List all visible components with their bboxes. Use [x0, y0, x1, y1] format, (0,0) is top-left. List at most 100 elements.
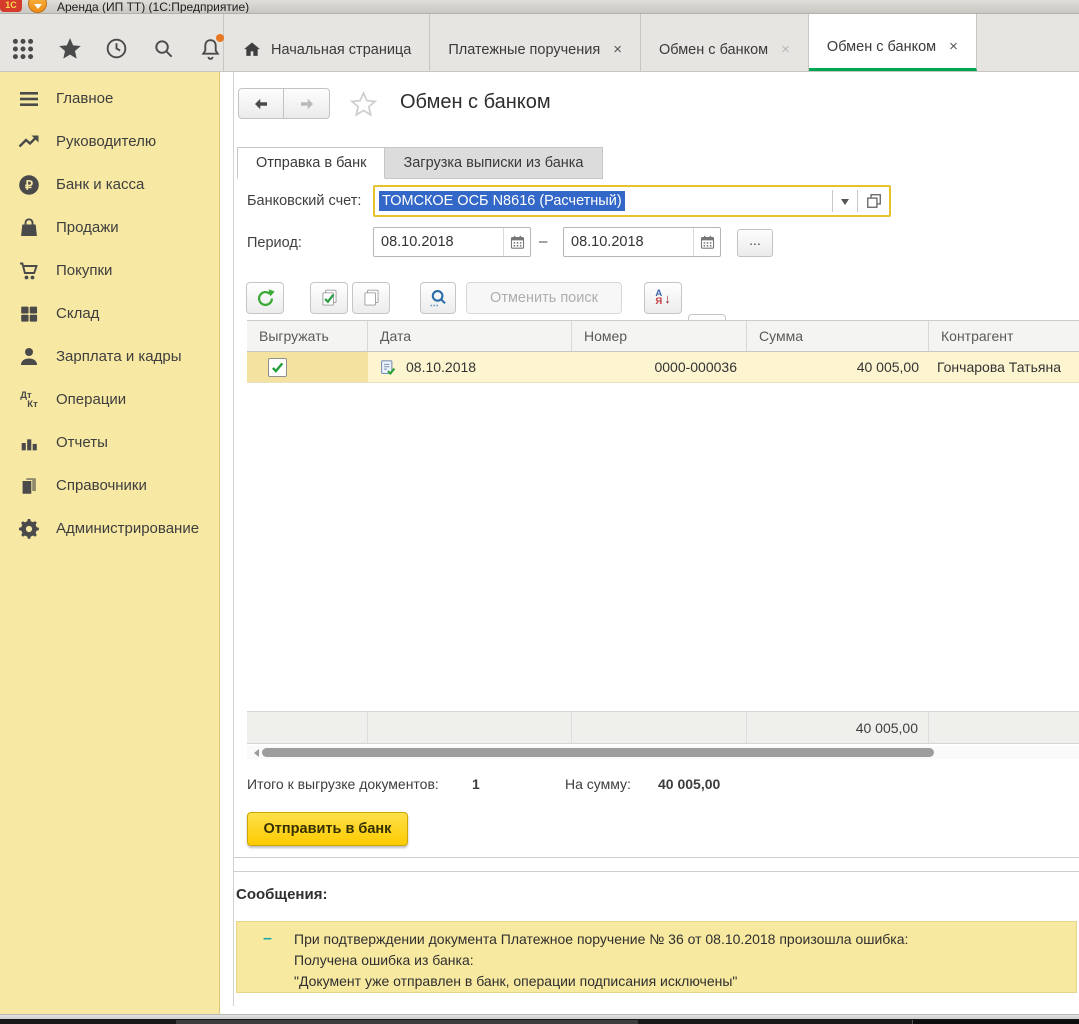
tab-payment-orders[interactable]: Платежные поручения × — [430, 14, 641, 71]
page-title: Обмен с банком — [400, 91, 551, 114]
bank-account-choose-button[interactable] — [858, 187, 889, 215]
taskbar-app-button[interactable] — [176, 1020, 638, 1024]
total-cell — [247, 712, 368, 743]
sidebar-item-sales[interactable]: Продажи — [0, 206, 219, 249]
upload-cell — [247, 352, 368, 382]
tab-bank-exchange-2[interactable]: Обмен с банком × — [809, 14, 977, 71]
back-button[interactable] — [238, 88, 284, 119]
sidebar-item-manager[interactable]: Руководителю — [0, 120, 219, 163]
column-header-sum[interactable]: Сумма — [747, 321, 929, 351]
section-sidebar: Главное Руководителю ₽ Банк и касса Прод… — [0, 72, 220, 1014]
books-icon — [16, 473, 42, 499]
tab-label: Платежные поручения — [448, 42, 600, 58]
os-taskbar — [0, 1019, 1079, 1024]
sidebar-item-label: Администрирование — [56, 520, 199, 537]
scrollbar-thumb[interactable] — [262, 748, 934, 757]
panel-left-border — [233, 72, 234, 1006]
notifications-bell-icon[interactable] — [197, 36, 223, 62]
refresh-button[interactable] — [246, 282, 284, 314]
total-docs-label: Итого к выгрузке документов: — [247, 776, 439, 792]
sum-cell: 40 005,00 — [747, 352, 929, 382]
cancel-search-button[interactable]: Отменить поиск — [466, 282, 622, 314]
tab-close-icon[interactable]: × — [613, 41, 622, 58]
sidebar-item-payroll-hr[interactable]: Зарплата и кадры — [0, 335, 219, 378]
panel-bottom-border — [233, 857, 1079, 858]
column-header-counterparty[interactable]: Контрагент — [929, 321, 1079, 351]
refresh-icon — [255, 288, 276, 309]
tab-label: Начальная страница — [271, 42, 411, 58]
total-cell — [368, 712, 572, 743]
sidebar-item-warehouse[interactable]: Склад — [0, 292, 219, 335]
message-item[interactable]: – При подтверждении документа Платежное … — [236, 921, 1077, 993]
message-line: При подтверждении документа Платежное по… — [294, 929, 908, 950]
tab-send-to-bank[interactable]: Отправка в банк — [237, 147, 385, 179]
table-totals-row: 40 005,00 — [247, 711, 1079, 744]
menu-lines-icon — [16, 86, 42, 112]
period-from-calendar-button[interactable] — [503, 228, 530, 256]
period-to-calendar-button[interactable] — [693, 228, 720, 256]
favorite-star-icon[interactable] — [349, 90, 378, 124]
sidebar-item-main[interactable]: Главное — [0, 77, 219, 120]
form-tabs: Отправка в банк Загрузка выписки из банк… — [237, 147, 603, 179]
history-icon[interactable] — [104, 36, 130, 62]
search-table-button[interactable] — [420, 282, 456, 314]
sidebar-item-label: Банк и касса — [56, 176, 144, 193]
ruble-circle-icon: ₽ — [16, 172, 42, 198]
sidebar-item-purchases[interactable]: Покупки — [0, 249, 219, 292]
dt-kt-icon: ДтКт — [16, 387, 42, 413]
sidebar-item-bank-cash[interactable]: ₽ Банк и касса — [0, 163, 219, 206]
scroll-left-icon[interactable] — [250, 749, 259, 757]
column-header-upload[interactable]: Выгружать — [247, 321, 368, 351]
search-icon[interactable] — [151, 36, 177, 62]
sort-ascending-button[interactable]: А Я ↓ — [644, 282, 682, 314]
period-to-input[interactable] — [564, 228, 693, 256]
tab-close-icon[interactable]: × — [781, 41, 790, 58]
date-cell: 08.10.2018 — [375, 352, 572, 382]
notification-dot — [216, 34, 224, 42]
period-more-button[interactable]: ... — [737, 229, 773, 257]
period-label: Период: — [247, 235, 302, 251]
message-line: "Документ уже отправлен в банк, операции… — [294, 971, 908, 992]
check-all-button[interactable] — [310, 282, 348, 314]
sidebar-item-administration[interactable]: Администрирование — [0, 507, 219, 550]
tab-bank-exchange-1[interactable]: Обмен с банком × — [641, 14, 809, 71]
uncheck-all-button[interactable] — [352, 282, 390, 314]
forward-button[interactable] — [284, 88, 330, 119]
trending-up-icon — [16, 129, 42, 155]
bank-account-field[interactable]: ТОМСКОЕ ОСБ N8616 (Расчетный) — [373, 185, 891, 217]
top-toolbar: Начальная страница Платежные поручения ×… — [0, 14, 1079, 72]
favorites-star-icon[interactable] — [57, 36, 83, 62]
tab-load-statement[interactable]: Загрузка выписки из банка — [385, 147, 602, 179]
main-menu-button[interactable] — [28, 0, 47, 13]
total-sum-cell: 40 005,00 — [747, 712, 929, 743]
arrow-left-icon — [252, 95, 270, 113]
bank-account-dropdown-button[interactable] — [833, 187, 857, 215]
row-counterparty: Гончарова Татьяна — [937, 359, 1061, 375]
total-docs-count: 1 — [472, 776, 480, 792]
tools-grid-icon[interactable] — [10, 36, 36, 62]
upload-checkbox[interactable] — [268, 358, 287, 377]
table-row[interactable]: 08.10.2018 0000-000036 40 005,00 Гончаро… — [247, 352, 1079, 383]
sidebar-item-references[interactable]: Справочники — [0, 464, 219, 507]
sidebar-item-reports[interactable]: Отчеты — [0, 421, 219, 464]
send-to-bank-button[interactable]: Отправить в банк — [247, 812, 408, 846]
tab-label: Обмен с банком — [827, 39, 936, 55]
arrow-right-icon — [298, 95, 316, 113]
column-header-date[interactable]: Дата — [368, 321, 572, 351]
bank-account-label: Банковский счет: — [247, 193, 361, 209]
column-header-number[interactable]: Номер — [572, 321, 747, 351]
horizontal-scrollbar[interactable] — [247, 746, 1079, 759]
tab-close-icon[interactable]: × — [949, 38, 958, 55]
sidebar-item-operations[interactable]: ДтКт Операции — [0, 378, 219, 421]
period-from-input[interactable] — [374, 228, 503, 256]
nav-buttons — [238, 88, 330, 119]
message-bullet-icon: – — [263, 930, 272, 948]
tab-label: Обмен с банком — [659, 42, 768, 58]
tab-home[interactable]: Начальная страница — [224, 14, 430, 71]
bank-account-input[interactable]: ТОМСКОЕ ОСБ N8616 (Расчетный) — [375, 187, 832, 215]
sidebar-item-label: Руководителю — [56, 133, 156, 150]
row-number: 0000-000036 — [654, 359, 737, 375]
gear-icon — [16, 516, 42, 542]
total-sum-value: 40 005,00 — [658, 776, 720, 792]
total-sum-label: На сумму: — [565, 776, 631, 792]
